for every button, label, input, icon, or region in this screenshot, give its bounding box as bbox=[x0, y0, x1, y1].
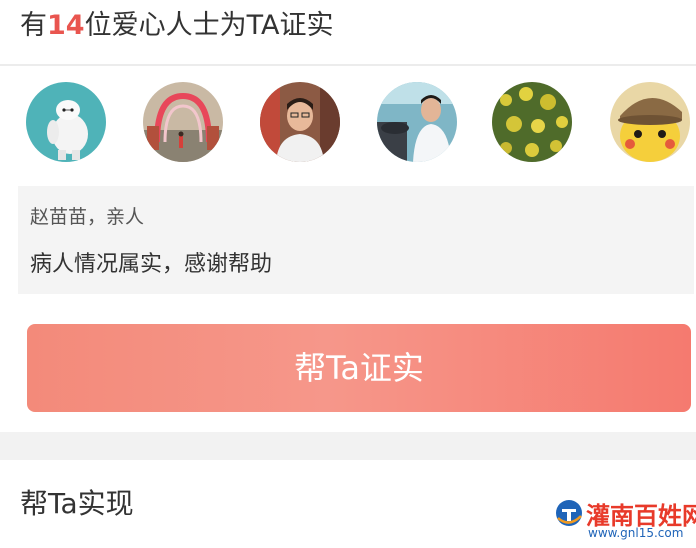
witness-count: 14 bbox=[47, 10, 85, 41]
watermark-logo-icon bbox=[556, 500, 582, 526]
pikachu-avatar-image bbox=[610, 82, 690, 162]
watermark-url: www.gnl15.com bbox=[588, 526, 684, 540]
flower-field-avatar-image bbox=[492, 82, 572, 162]
avatar-man-1[interactable] bbox=[260, 82, 340, 162]
avatar-pikachu[interactable] bbox=[610, 82, 690, 162]
avatar-arch[interactable] bbox=[143, 82, 223, 162]
comment-text: 病人情况属实，感谢帮助 bbox=[30, 252, 273, 277]
man-avatar-image bbox=[260, 82, 340, 162]
verify-button[interactable]: 帮Ta证实 bbox=[27, 324, 691, 412]
arch-avatar-image bbox=[143, 82, 223, 162]
robot-avatar-image bbox=[26, 82, 106, 162]
witness-count-heading: 有14位爱心人士为TA证实 bbox=[20, 6, 333, 46]
man-in-car-avatar-image bbox=[377, 82, 457, 162]
avatar-flowers[interactable] bbox=[492, 82, 572, 162]
heading-suffix: 位爱心人士为TA证实 bbox=[84, 10, 334, 41]
avatar-man-2[interactable] bbox=[377, 82, 457, 162]
divider bbox=[0, 64, 696, 66]
avatar-robot[interactable] bbox=[26, 82, 106, 162]
comment-author: 赵苗苗，亲人 bbox=[30, 206, 145, 228]
help-section-title: 帮Ta实现 bbox=[20, 487, 134, 520]
witness-comment: 赵苗苗，亲人 病人情况属实，感谢帮助 bbox=[18, 186, 694, 294]
witness-card: 有14位爱心人士为TA证实 赵苗苗，亲人 病人情况属实，感谢帮助 帮Ta证实 bbox=[0, 0, 696, 432]
site-watermark: 灌南百姓网 www.gnl15.com bbox=[554, 496, 696, 546]
heading-prefix: 有 bbox=[20, 10, 47, 41]
